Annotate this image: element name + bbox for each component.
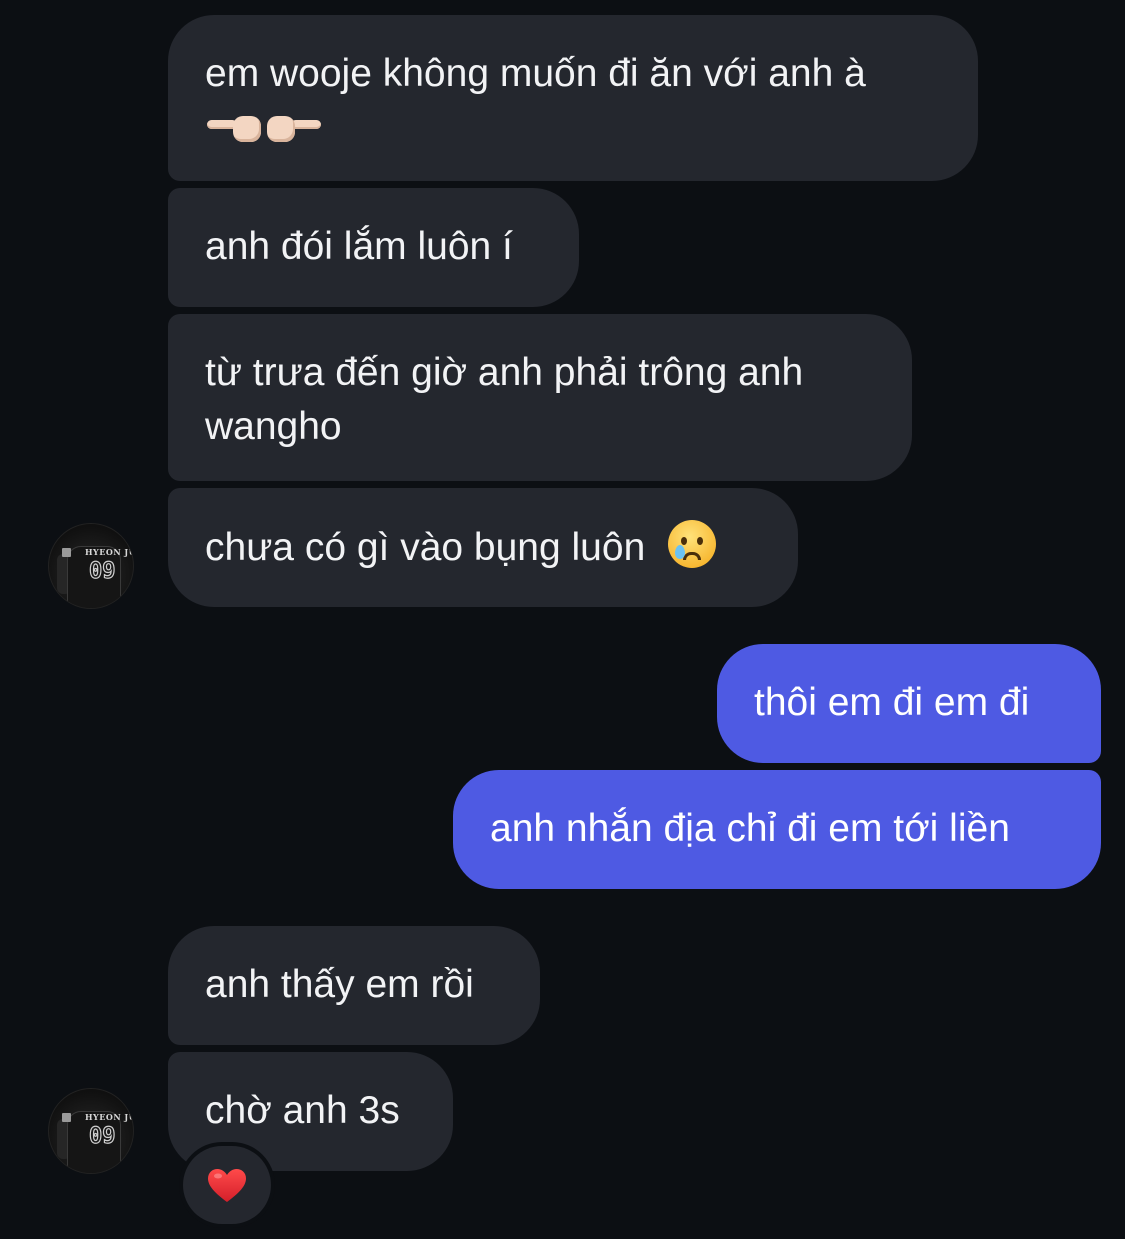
avatar-shirt-name: HYEON JUN [85, 547, 133, 557]
message-text: anh đói lắm luôn í [205, 225, 513, 268]
message-text: anh thấy em rồi [205, 963, 474, 1006]
incoming-message-bubble[interactable]: em wooje không muốn đi ăn với anh à [168, 15, 978, 181]
incoming-message-bubble[interactable]: từ trưa đến giờ anh phải trông anh wangh… [168, 314, 912, 481]
incoming-message-bubble[interactable]: chưa có gì vào bụng luôn [168, 488, 798, 607]
sender-avatar[interactable]: HYEON JUN 09 [48, 523, 134, 609]
sender-avatar[interactable]: HYEON JUN 09 [48, 1088, 134, 1174]
heart-icon [208, 1169, 246, 1202]
avatar-shirt-number: 09 [88, 1123, 116, 1149]
avatar-shirt-name: HYEON JUN [85, 1112, 133, 1122]
crying-face-emoji-icon [668, 520, 717, 568]
message-text: em wooje không muốn đi ăn với anh à [205, 52, 866, 95]
message-text: thôi em đi em đi [754, 681, 1030, 724]
pointing-fingers-emoji-icon [205, 105, 323, 159]
outgoing-message-bubble[interactable]: anh nhắn địa chỉ đi em tới liền [453, 770, 1101, 889]
avatar-shirt-number: 09 [88, 558, 116, 584]
message-text: chưa có gì vào bụng luôn [205, 526, 646, 569]
incoming-message-bubble[interactable]: anh thấy em rồi [168, 926, 540, 1045]
outgoing-message-bubble[interactable]: thôi em đi em đi [717, 644, 1101, 763]
message-text: từ trưa đến giờ anh phải trông anh wangh… [205, 351, 804, 448]
message-text: chờ anh 3s [205, 1089, 400, 1132]
incoming-message-bubble[interactable]: anh đói lắm luôn í [168, 188, 579, 307]
message-thread: em wooje không muốn đi ăn với anh à anh … [0, 0, 1125, 1239]
heart-reaction-badge[interactable] [183, 1146, 271, 1224]
message-text: anh nhắn địa chỉ đi em tới liền [490, 807, 1010, 850]
